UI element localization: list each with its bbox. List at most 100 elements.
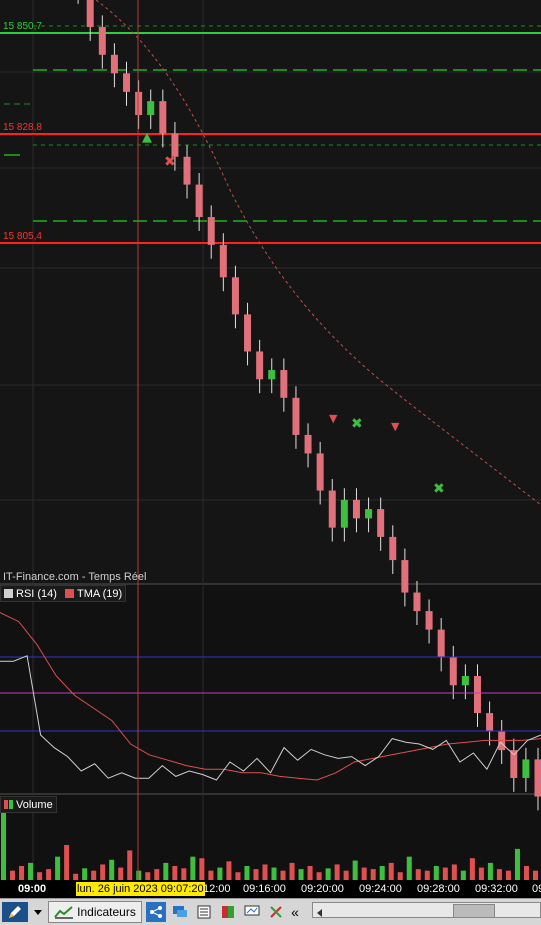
candle-down[interactable] [256, 351, 263, 379]
rsi-legend[interactable]: RSI (14) TMA (19) [0, 585, 126, 602]
candle-up[interactable] [462, 676, 469, 685]
candle-down[interactable] [159, 101, 166, 133]
candle-down[interactable] [450, 657, 457, 685]
candle-down[interactable] [317, 453, 324, 490]
volume-bar[interactable] [416, 869, 421, 880]
volume-bar[interactable] [524, 866, 529, 880]
volume-bar[interactable] [308, 866, 313, 880]
volume-bar[interactable] [362, 868, 367, 880]
volume-bar[interactable] [118, 868, 123, 880]
candle-down[interactable] [426, 611, 433, 630]
volume-bar[interactable] [452, 864, 457, 880]
candle-down[interactable] [401, 560, 408, 592]
volume-bar[interactable] [299, 869, 304, 880]
candle-down[interactable] [474, 676, 481, 713]
scroll-left-icon[interactable] [315, 905, 325, 915]
candle-down[interactable] [99, 27, 106, 55]
share-icon[interactable] [146, 902, 166, 922]
volume-bar[interactable] [281, 871, 286, 880]
volume-bar[interactable] [127, 850, 132, 880]
volume-bar[interactable] [389, 863, 394, 880]
sell-arrow-icon[interactable]: ▼ [329, 412, 338, 425]
volume-bar[interactable] [497, 869, 502, 880]
volume-bar[interactable] [91, 871, 96, 880]
volume-bar[interactable] [371, 869, 376, 880]
volume-bar[interactable] [28, 863, 33, 880]
candle-up[interactable] [268, 370, 275, 379]
volume-bar[interactable] [443, 868, 448, 880]
indicators-button[interactable]: Indicateurs [48, 901, 142, 923]
volume-bar[interactable] [73, 874, 78, 880]
candle-down[interactable] [208, 217, 215, 245]
candle-down[interactable] [232, 277, 239, 314]
order-book-icon[interactable] [218, 902, 238, 922]
buy-arrow-icon[interactable]: ▲ [142, 130, 152, 145]
volume-bar[interactable] [136, 871, 141, 880]
volume-bar[interactable] [226, 861, 231, 880]
candle-up[interactable] [365, 509, 372, 518]
volume-bar[interactable] [290, 863, 295, 880]
candle-down[interactable] [413, 593, 420, 612]
volume-bar[interactable] [461, 871, 466, 880]
volume-bar[interactable] [398, 872, 403, 880]
scroll-thumb[interactable] [453, 904, 495, 918]
volume-bar[interactable] [253, 869, 258, 880]
volume-bar[interactable] [244, 866, 249, 880]
sell-cross-icon[interactable]: ✖ [164, 154, 176, 170]
candle-down[interactable] [438, 630, 445, 658]
candle-down[interactable] [244, 314, 251, 351]
volume-bar[interactable] [208, 871, 213, 880]
volume-bar[interactable] [235, 872, 240, 880]
candle-down[interactable] [535, 759, 541, 796]
volume-bar[interactable] [64, 845, 69, 880]
volume-bar[interactable] [344, 871, 349, 880]
chat-icon[interactable] [170, 902, 190, 922]
volume-bar[interactable] [10, 871, 15, 880]
volume-bar[interactable] [1, 810, 6, 880]
volume-bar[interactable] [515, 849, 520, 880]
candle-down[interactable] [389, 537, 396, 560]
candle-down[interactable] [305, 435, 312, 454]
candle-down[interactable] [280, 370, 287, 398]
candle-down[interactable] [292, 398, 299, 435]
volume-bar[interactable] [425, 871, 430, 880]
candle-down[interactable] [123, 73, 130, 92]
candle-down[interactable] [135, 92, 142, 115]
volume-bar[interactable] [479, 868, 484, 880]
volume-bar[interactable] [37, 872, 42, 880]
volume-bar[interactable] [317, 872, 322, 880]
candle-down[interactable] [111, 55, 118, 74]
volume-bar[interactable] [55, 857, 60, 880]
candle-down[interactable] [87, 0, 94, 27]
volume-bar[interactable] [154, 869, 159, 880]
candle-down[interactable] [184, 157, 191, 185]
candle-down[interactable] [196, 185, 203, 217]
volume-legend[interactable]: Volume [0, 796, 57, 813]
candle-down[interactable] [486, 713, 493, 732]
volume-bar[interactable] [262, 864, 267, 880]
exit-cross-icon[interactable]: ✖ [351, 416, 363, 432]
volume-bar[interactable] [46, 869, 51, 880]
chart-canvas[interactable]: ▲ ✖ ✖ ✖ ▼ ▼ [0, 0, 541, 898]
dropdown-arrow-icon[interactable] [32, 902, 44, 922]
exit-cross-icon[interactable]: ✖ [433, 481, 445, 497]
list-icon[interactable] [194, 902, 214, 922]
candle-down[interactable] [329, 491, 336, 528]
price-panel[interactable] [0, 0, 541, 583]
tools-icon[interactable] [266, 902, 286, 922]
volume-bar[interactable] [181, 868, 186, 880]
candle-down[interactable] [353, 500, 360, 519]
volume-bar[interactable] [145, 872, 150, 880]
volume-bar[interactable] [272, 868, 277, 880]
volume-bar[interactable] [100, 864, 105, 880]
volume-bar[interactable] [506, 871, 511, 880]
volume-bar[interactable] [82, 868, 87, 880]
candle-up[interactable] [147, 101, 154, 115]
volume-bar[interactable] [217, 868, 222, 880]
candle-up[interactable] [341, 500, 348, 528]
volume-bar[interactable] [353, 861, 358, 880]
volume-bar[interactable] [380, 866, 385, 880]
horizontal-scrollbar[interactable] [312, 902, 541, 918]
volume-bar[interactable] [163, 863, 168, 880]
pencil-tool-icon[interactable] [2, 902, 28, 922]
